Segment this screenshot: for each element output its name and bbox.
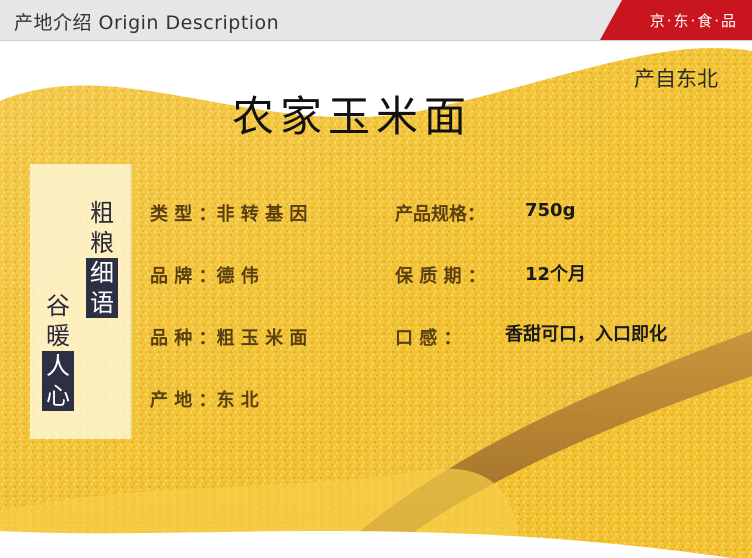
product-title: 农家玉米面 xyxy=(232,92,473,141)
spec-size-value: 750g xyxy=(525,200,576,221)
section-title: 产地介绍 Origin Description xyxy=(14,12,280,34)
brand-badge: 京·东·食·品 xyxy=(600,0,752,40)
spec-shelf-label: 保 质 期 ： xyxy=(395,266,486,287)
slogan-char: 谷 xyxy=(46,292,70,320)
slogan-char: 细 xyxy=(86,258,118,288)
spec-taste-label: 口 感 ： xyxy=(395,328,462,349)
slogan-char: 语 xyxy=(86,288,118,318)
spec-brand: 品 牌 ：德 伟 xyxy=(150,266,259,287)
spec-size-label: 产品规格： xyxy=(395,204,485,225)
origin-note: 产自东北 xyxy=(634,67,718,91)
slogan-char: 粗 xyxy=(90,199,114,227)
header-bar: 产地介绍 Origin Description 京·东·食·品 xyxy=(0,0,752,41)
spec-type: 类 型 ：非 转 基 因 xyxy=(150,204,308,225)
slogan-char: 心 xyxy=(42,381,74,411)
slogan-column-guNuan: 谷 暖 人 心 xyxy=(42,291,74,411)
product-banner: 产自东北 农家玉米面 粗 粮 细 语 谷 暖 人 心 类 型 ：非 转 基 因 … xyxy=(0,41,752,558)
spec-shelf-value: 12个月 xyxy=(525,264,587,285)
slogan-char: 人 xyxy=(42,351,74,381)
spec-origin: 产 地 ：东 北 xyxy=(150,390,259,411)
spec-variety: 品 种 ：粗 玉 米 面 xyxy=(150,328,308,349)
slogan-column-cuLiang: 粗 粮 细 语 xyxy=(86,198,118,318)
slogan-char: 粮 xyxy=(90,229,114,257)
spec-taste-value: 香甜可口，入口即化 xyxy=(505,324,667,345)
brand-badge-text: 京·东·食·品 xyxy=(649,12,738,30)
slogan-char: 暖 xyxy=(46,322,70,350)
